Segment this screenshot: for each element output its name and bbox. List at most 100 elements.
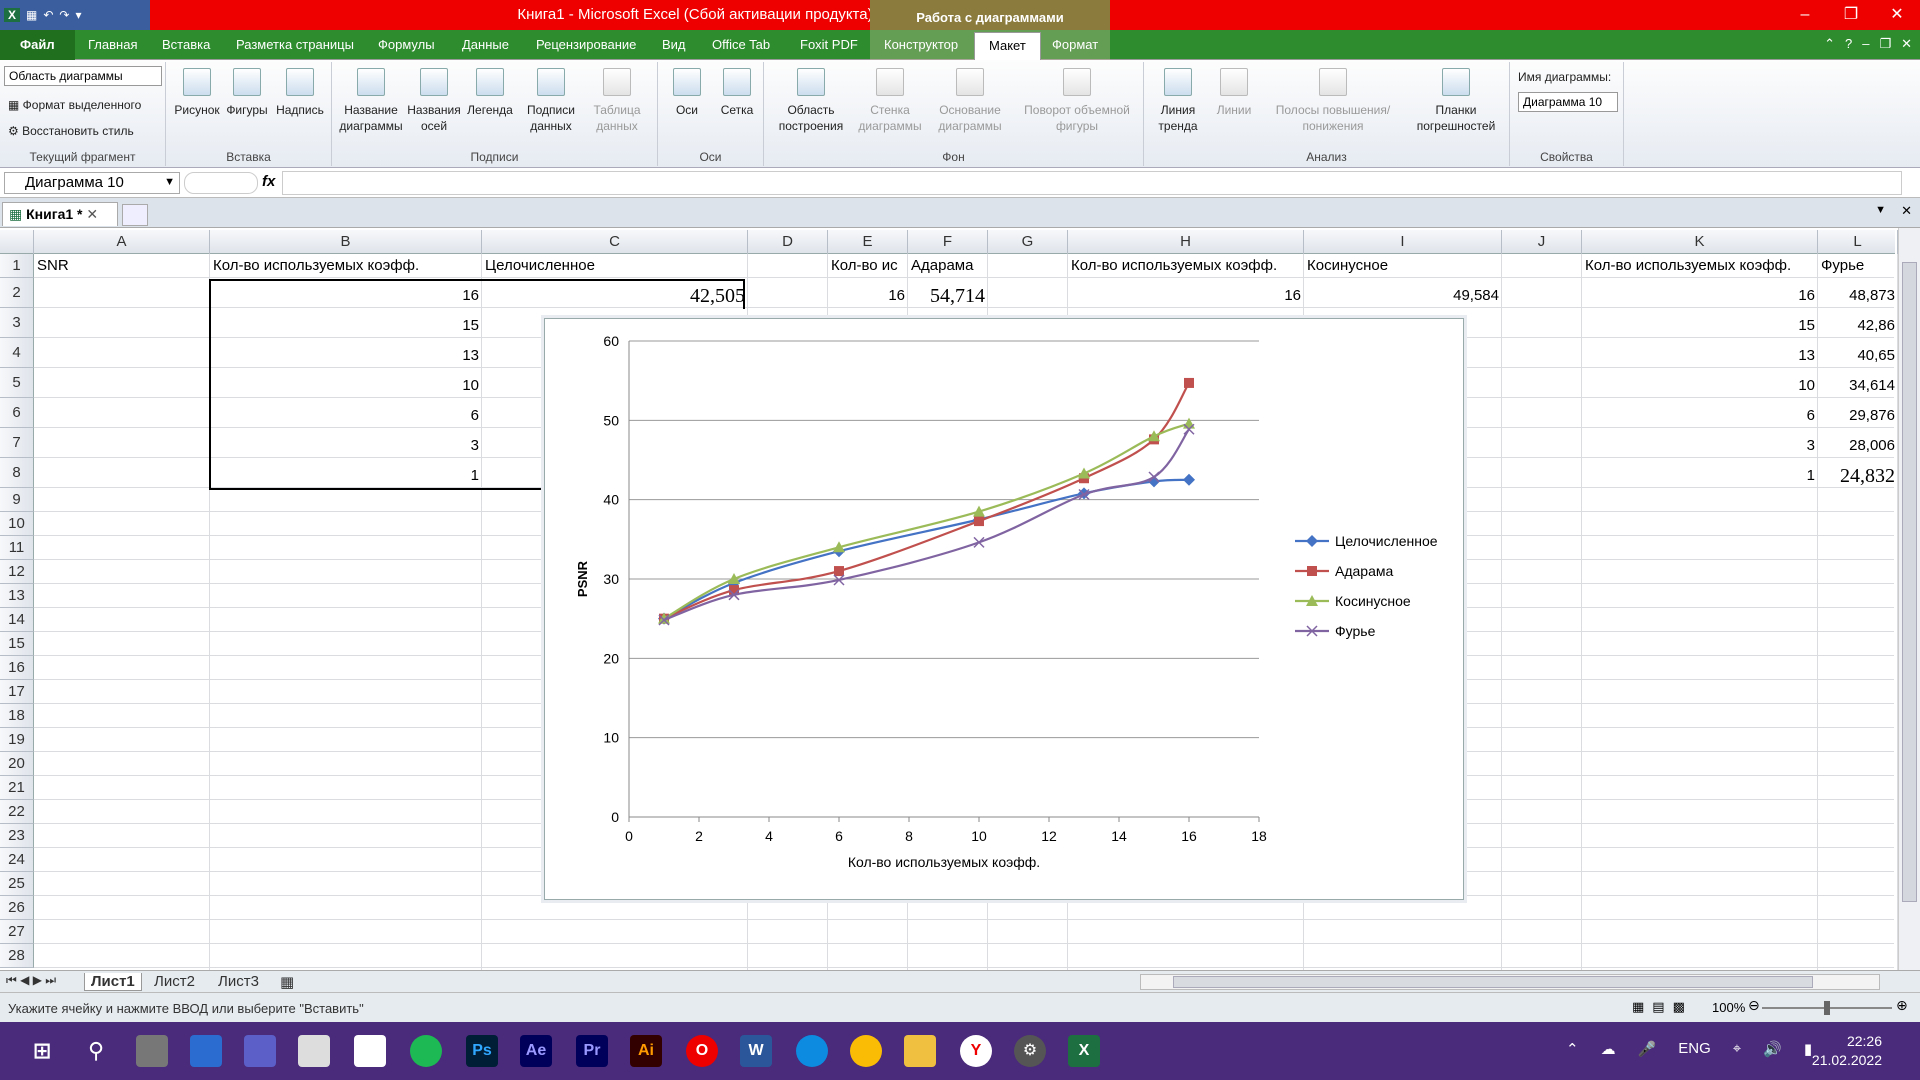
column-header-i[interactable]: I	[1304, 230, 1502, 254]
chart-area[interactable]: 0 10 20 30 40 50 60 0 2 4 6 8 10 12 14 16 18 Кол-во испол…	[544, 318, 1464, 900]
row-header-27[interactable]: 27	[0, 920, 34, 944]
windows-start-icon[interactable]: ⊞	[26, 1035, 58, 1067]
row-header-12[interactable]: 12	[0, 560, 34, 584]
doc-minimize-icon[interactable]: –	[1862, 36, 1869, 52]
chat-icon[interactable]	[244, 1035, 276, 1067]
cell-f2[interactable]: 54,714	[908, 284, 988, 308]
volume-icon[interactable]: 🔊	[1763, 1040, 1782, 1058]
row-header-5[interactable]: 5	[0, 368, 34, 398]
cell-k7[interactable]: 3	[1582, 434, 1818, 458]
column-header-d[interactable]: D	[748, 230, 828, 254]
cell-b5[interactable]: 10	[210, 374, 482, 398]
new-tab-button[interactable]	[122, 204, 148, 226]
close-doc-icon[interactable]: ✕	[1901, 203, 1912, 219]
file-icon[interactable]	[354, 1035, 386, 1067]
column-header-k[interactable]: K	[1582, 230, 1818, 254]
cell-k2[interactable]: 16	[1582, 284, 1818, 308]
minimize-icon[interactable]: –	[1782, 0, 1828, 30]
tab-view[interactable]: Вид	[662, 37, 686, 52]
cell-f1[interactable]: Адарама	[908, 254, 988, 278]
row-header-3[interactable]: 3	[0, 308, 34, 338]
cell-l4[interactable]: 40,65	[1818, 344, 1898, 368]
wifi-icon[interactable]: ⌖	[1733, 1040, 1741, 1058]
3d-rotation-button[interactable]: Поворот объемной фигуры	[1014, 68, 1140, 134]
cell-c1[interactable]: Целочисленное	[482, 254, 748, 278]
column-header-b[interactable]: B	[210, 230, 482, 254]
chart-svg[interactable]: 0 10 20 30 40 50 60 0 2 4 6 8 10 12 14 16 18 Кол-во испол…	[545, 319, 1465, 901]
cell-b7[interactable]: 3	[210, 434, 482, 458]
cell-i1[interactable]: Косинусное	[1304, 254, 1502, 278]
cell-k4[interactable]: 13	[1582, 344, 1818, 368]
close-icon[interactable]: ✕	[1874, 0, 1920, 30]
horizontal-scroll-thumb[interactable]	[1173, 976, 1813, 988]
column-header-l[interactable]: L	[1818, 230, 1898, 254]
chart-floor-button[interactable]: Основание диаграммы	[926, 68, 1014, 134]
column-header-h[interactable]: H	[1068, 230, 1304, 254]
doc-close-icon[interactable]: ✕	[1901, 36, 1912, 52]
row-header-17[interactable]: 17	[0, 680, 34, 704]
cell-l8[interactable]: 24,832	[1818, 464, 1898, 488]
row-header-1[interactable]: 1	[0, 254, 34, 278]
cell-l1[interactable]: Фурье	[1818, 254, 1898, 278]
opera-icon[interactable]: O	[686, 1035, 718, 1067]
row-header-26[interactable]: 26	[0, 896, 34, 920]
yandex-icon[interactable]: Y	[960, 1035, 992, 1067]
zoom-in-icon[interactable]: ⊕	[1896, 997, 1908, 1014]
doc-tab-book1[interactable]: ▦ Книга1 * ✕	[2, 202, 118, 226]
tray-chevron-icon[interactable]: ⌃	[1566, 1040, 1579, 1058]
excel-taskbar-icon[interactable]: X	[1068, 1035, 1100, 1067]
cell-e1[interactable]: Кол-во ис	[828, 254, 908, 278]
legend-button[interactable]: Легенда	[462, 68, 518, 118]
chrome-icon[interactable]	[850, 1035, 882, 1067]
column-header-a[interactable]: A	[34, 230, 210, 254]
chart-elements-combo[interactable]: Область диаграммы	[4, 66, 162, 86]
settings-icon[interactable]: ⚙	[1014, 1035, 1046, 1067]
axes-button[interactable]: Оси	[662, 68, 712, 118]
tab-foxit-pdf[interactable]: Foxit PDF	[800, 37, 858, 52]
row-header-28[interactable]: 28	[0, 944, 34, 968]
tab-review[interactable]: Рецензирование	[536, 37, 636, 52]
help-icon[interactable]: ?	[1845, 36, 1852, 52]
task-view-icon[interactable]	[136, 1035, 168, 1067]
cell-i2[interactable]: 49,584	[1304, 284, 1502, 308]
cell-h2[interactable]: 16	[1068, 284, 1304, 308]
cell-b1[interactable]: Кол-во используемых коэфф.	[210, 254, 482, 278]
row-header-25[interactable]: 25	[0, 872, 34, 896]
row-header-24[interactable]: 24	[0, 848, 34, 872]
cell-l2[interactable]: 48,873	[1818, 284, 1898, 308]
doc-restore-icon[interactable]: ❐	[1879, 36, 1891, 52]
column-header-j[interactable]: J	[1502, 230, 1582, 254]
row-header-16[interactable]: 16	[0, 656, 34, 680]
trendline-button[interactable]: Линия тренда	[1148, 68, 1208, 134]
tab-home[interactable]: Главная	[88, 37, 137, 52]
chart-name-input[interactable]: Диаграмма 10	[1518, 92, 1618, 112]
store-icon[interactable]	[298, 1035, 330, 1067]
language-indicator[interactable]: ENG	[1678, 1040, 1711, 1058]
cell-k8[interactable]: 1	[1582, 464, 1818, 488]
cell-b8[interactable]: 1	[210, 464, 482, 488]
tab-formulas[interactable]: Формулы	[378, 37, 435, 52]
column-header-c[interactable]: C	[482, 230, 748, 254]
tab-format[interactable]: Формат	[1052, 37, 1098, 52]
zoom-level[interactable]: 100%	[1712, 1000, 1745, 1015]
row-header-6[interactable]: 6	[0, 398, 34, 428]
widgets-icon[interactable]	[190, 1035, 222, 1067]
row-header-21[interactable]: 21	[0, 776, 34, 800]
tab-design[interactable]: Конструктор	[884, 37, 958, 52]
tab-office-tab[interactable]: Office Tab	[712, 37, 770, 52]
sheet-tab-2[interactable]: Лист2	[154, 973, 195, 990]
plot-area-button[interactable]: Область построения	[768, 68, 854, 134]
column-header-e[interactable]: E	[828, 230, 908, 254]
search-icon[interactable]: ⚲	[80, 1035, 112, 1067]
lines-button[interactable]: Линии	[1208, 68, 1260, 118]
axis-titles-button[interactable]: Названия осей	[406, 68, 462, 134]
page-layout-view-icon[interactable]: ▤	[1652, 999, 1664, 1015]
row-header-15[interactable]: 15	[0, 632, 34, 656]
cell-k5[interactable]: 10	[1582, 374, 1818, 398]
formula-input[interactable]	[282, 171, 1902, 195]
tab-insert[interactable]: Вставка	[162, 37, 210, 52]
row-header-13[interactable]: 13	[0, 584, 34, 608]
sheet-nav-icons[interactable]: ⏮ ◀ ▶ ⏭	[6, 973, 56, 988]
select-all-corner[interactable]	[0, 230, 34, 254]
spotify-icon[interactable]	[410, 1035, 442, 1067]
